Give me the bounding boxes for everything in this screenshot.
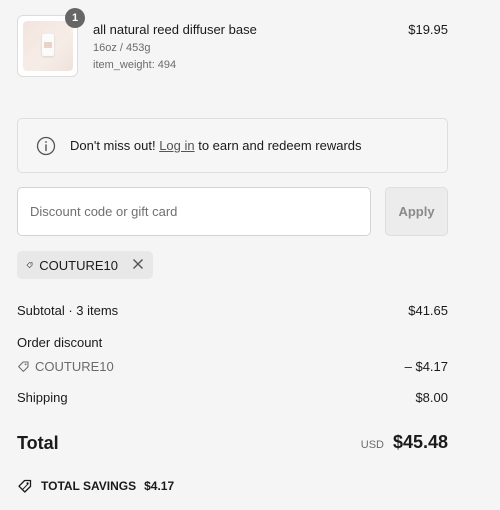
rewards-prefix: Don't miss out! (70, 138, 160, 153)
savings-value: $4.17 (144, 479, 175, 493)
product-variant: 16oz / 453g (93, 42, 151, 54)
product-weight: item_weight: 494 (93, 59, 177, 71)
shipping-label: Shipping (17, 390, 68, 405)
discount-code-label: COUTURE10 (35, 359, 114, 374)
total-row: Total USD $45.48 (17, 432, 448, 458)
total-savings: TOTAL SAVINGS $4.17 (17, 478, 174, 494)
rewards-suffix: to earn and redeem rewards (194, 138, 362, 153)
login-link[interactable]: Log in (159, 138, 194, 153)
discount-code-input[interactable] (17, 187, 371, 236)
applied-discount-chip: COUTURE10 (17, 251, 153, 279)
subtotal-label: Subtotal · 3 items (17, 303, 119, 318)
discount-value: – $4.17 (404, 359, 448, 374)
savings-tag-icon (18, 479, 32, 493)
apply-button[interactable]: Apply (385, 187, 448, 236)
quantity-badge: 1 (65, 8, 85, 28)
savings-label: TOTAL SAVINGS (41, 479, 137, 493)
total-label: Total (17, 433, 59, 453)
product-thumbnail: 1 (17, 8, 85, 77)
order-discount-label: Order discount (17, 335, 103, 350)
product-name: all natural reed diffuser base (93, 22, 257, 37)
shipping-value: $8.00 (415, 390, 448, 405)
close-icon (133, 258, 143, 269)
product-price: $19.95 (408, 22, 448, 37)
tag-icon (18, 361, 29, 372)
remove-discount-button[interactable] (132, 258, 144, 273)
tag-icon (26, 262, 33, 268)
line-item: 1 all natural reed diffuser base 16oz / … (17, 8, 448, 77)
applied-code-label: COUTURE10 (39, 257, 118, 273)
info-icon (36, 136, 56, 155)
currency-code: USD (360, 439, 384, 451)
total-value: $45.48 (392, 432, 448, 452)
subtotal-value: $41.65 (408, 303, 448, 318)
rewards-banner: Don't miss out! Log in to earn and redee… (17, 118, 448, 173)
rewards-message: Don't miss out! Log in to earn and redee… (70, 138, 362, 153)
product-image (22, 21, 73, 71)
